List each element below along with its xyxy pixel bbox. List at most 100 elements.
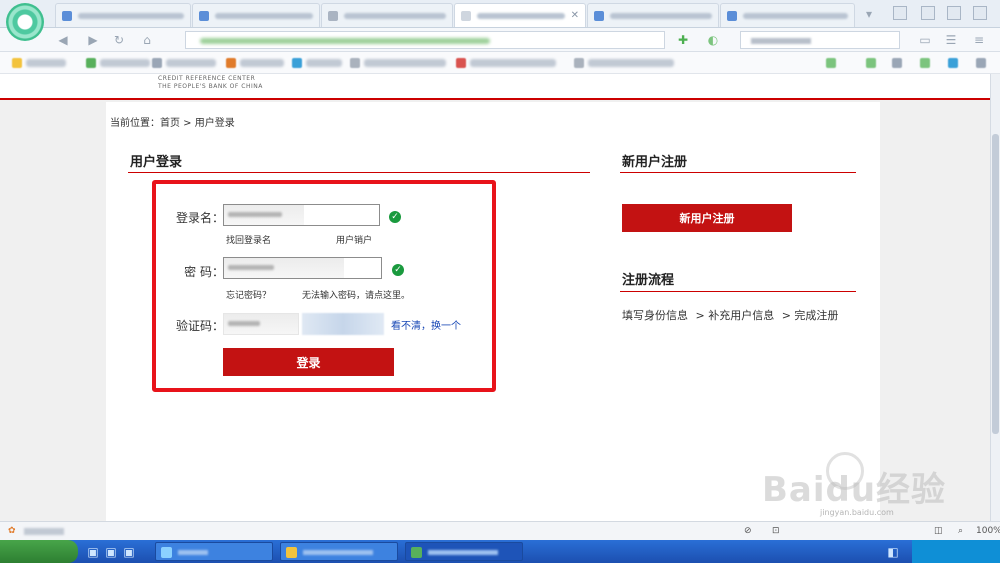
scrollbar-thumb[interactable] — [992, 134, 999, 434]
browser-tab[interactable] — [321, 3, 453, 27]
register-section-title: 新用户注册 — [622, 155, 688, 170]
register-step-3: > 完成注册 — [781, 309, 839, 322]
bookmark-item[interactable] — [364, 59, 446, 67]
start-button[interactable] — [0, 540, 78, 563]
browser-tab[interactable] — [587, 3, 719, 27]
cannot-input-password-link[interactable]: 无法输入密码，请点这里。 — [302, 288, 410, 301]
close-window-button[interactable] — [973, 6, 987, 20]
screenshot-icon[interactable]: ⊡ — [772, 526, 780, 536]
taskbar-app-icon — [161, 547, 172, 558]
register-step-2: > 补充用户信息 — [695, 309, 775, 322]
taskbar-item-active[interactable] — [405, 542, 523, 561]
find-username-link[interactable]: 找回登录名 — [226, 233, 271, 246]
password-label: 密 码： — [184, 265, 224, 279]
tools-icon[interactable]: ☰ — [944, 33, 958, 47]
login-button[interactable]: 登录 — [223, 348, 394, 376]
bookmark-favicon-icon — [948, 58, 958, 68]
address-bar[interactable] — [185, 31, 665, 49]
maximize-button[interactable] — [947, 6, 961, 20]
bookmark-item[interactable] — [470, 59, 556, 67]
taskbar-item[interactable] — [280, 542, 398, 561]
browser-nav-bar: ◀ ▶ ↻ ⌂ ✚ ◐ ▭ ☰ ≡ — [0, 28, 1000, 52]
volume-icon[interactable]: ◫ — [934, 526, 943, 536]
org-name: CREDIT REFERENCE CENTER THE PEOPLE'S BAN… — [158, 75, 263, 91]
bookmark-favicon-icon — [152, 58, 162, 68]
bookmark-item[interactable] — [306, 59, 342, 67]
quicklaunch-icon[interactable]: ▣ — [104, 545, 118, 559]
bookmark-favicon-icon — [574, 58, 584, 68]
forgot-password-link[interactable]: 忘记密码？ — [226, 288, 271, 301]
bookmark-item[interactable] — [26, 59, 66, 67]
extension-icon[interactable]: ◐ — [706, 33, 720, 47]
site-header: CREDIT REFERENCE CENTER THE PEOPLE'S BAN… — [0, 74, 990, 100]
bookmark-favicon-icon — [456, 58, 466, 68]
tab-close-icon[interactable]: ✕ — [571, 10, 579, 21]
captcha-image[interactable] — [302, 313, 384, 335]
bookmark-favicon-icon — [226, 58, 236, 68]
bookmark-item[interactable] — [166, 59, 216, 67]
username-check-icon: ✓ — [389, 211, 401, 223]
gift-icon[interactable]: ✿ — [8, 526, 16, 536]
forward-icon[interactable]: ▶ — [86, 33, 100, 47]
bookmark-item[interactable] — [240, 59, 284, 67]
username-label: 登录名： — [175, 211, 224, 225]
watermark-url: jingyan.baidu.com — [820, 508, 894, 517]
back-icon[interactable]: ◀ — [56, 33, 70, 47]
new-tab-icon[interactable]: ▾ — [862, 7, 876, 21]
tab-favicon-icon — [62, 10, 72, 21]
bookmark-favicon-icon — [826, 58, 836, 68]
home-icon[interactable]: ⌂ — [140, 33, 154, 47]
browser-tab[interactable] — [192, 3, 320, 27]
bookmark-favicon-icon — [920, 58, 930, 68]
bookmark-favicon-icon — [350, 58, 360, 68]
register-process-divider — [620, 291, 856, 292]
taskbar-app-icon — [286, 547, 297, 558]
taskbar-item[interactable] — [155, 542, 273, 561]
speed-icon[interactable]: ✚ — [676, 33, 690, 47]
browser-logo-icon — [6, 3, 44, 41]
browser-status-bar: ✿ ⊘ ⊡ ◫ ⌕ 100% — [0, 521, 1000, 540]
status-text — [24, 528, 64, 535]
register-process-title: 注册流程 — [622, 273, 675, 288]
username-input[interactable] — [223, 204, 380, 226]
zoom-level[interactable]: 100% — [976, 526, 1000, 536]
org-name-line1: CREDIT REFERENCE CENTER — [158, 75, 256, 82]
refresh-icon[interactable]: ↻ — [112, 33, 126, 47]
bookmark-favicon-icon — [892, 58, 902, 68]
new-user-register-button[interactable]: 新用户注册 — [622, 204, 792, 232]
zoom-icon[interactable]: ⌕ — [958, 526, 963, 536]
skin-button[interactable] — [893, 6, 907, 20]
tab-favicon-icon — [594, 10, 604, 21]
browser-tab-active[interactable]: ✕ — [454, 3, 586, 27]
bookmark-star-icon[interactable] — [12, 58, 22, 68]
login-title-divider — [128, 172, 590, 173]
captcha-input[interactable] — [223, 313, 299, 335]
taskbar-app-icon — [411, 547, 422, 558]
system-tray — [912, 540, 1000, 563]
register-title-divider — [620, 172, 856, 173]
minimize-button[interactable] — [921, 6, 935, 20]
register-steps: 填写身份信息 > 补充用户信息 > 完成注册 — [622, 307, 838, 323]
bookmark-item[interactable] — [100, 59, 150, 67]
bookmark-favicon-icon — [866, 58, 876, 68]
quicklaunch-icon[interactable]: ▣ — [122, 545, 136, 559]
password-input[interactable] — [223, 257, 382, 279]
tray-toggle-icon[interactable]: ◧ — [886, 545, 900, 559]
captcha-refresh-link[interactable]: 看不清，换一个 — [391, 317, 461, 332]
browser-tab[interactable] — [55, 3, 191, 27]
quicklaunch-icon[interactable]: ▣ — [86, 545, 100, 559]
page-icon[interactable]: ▭ — [918, 33, 932, 47]
login-section-title: 用户登录 — [130, 155, 183, 170]
cancel-account-link[interactable]: 用户销户 — [336, 233, 372, 246]
menu-icon[interactable]: ≡ — [972, 33, 986, 47]
search-input[interactable] — [740, 31, 900, 49]
page-scrollbar[interactable] — [990, 74, 1000, 521]
org-name-line2: THE PEOPLE'S BANK OF CHINA — [158, 83, 263, 90]
speed-meter-icon[interactable]: ⊘ — [744, 526, 752, 536]
tab-favicon-icon — [727, 10, 737, 21]
bookmark-item[interactable] — [588, 59, 674, 67]
breadcrumb: 当前位置：首页 > 用户登录 — [110, 118, 235, 129]
tab-favicon-icon — [199, 10, 209, 21]
password-check-icon: ✓ — [392, 264, 404, 276]
browser-tab[interactable] — [720, 3, 855, 27]
